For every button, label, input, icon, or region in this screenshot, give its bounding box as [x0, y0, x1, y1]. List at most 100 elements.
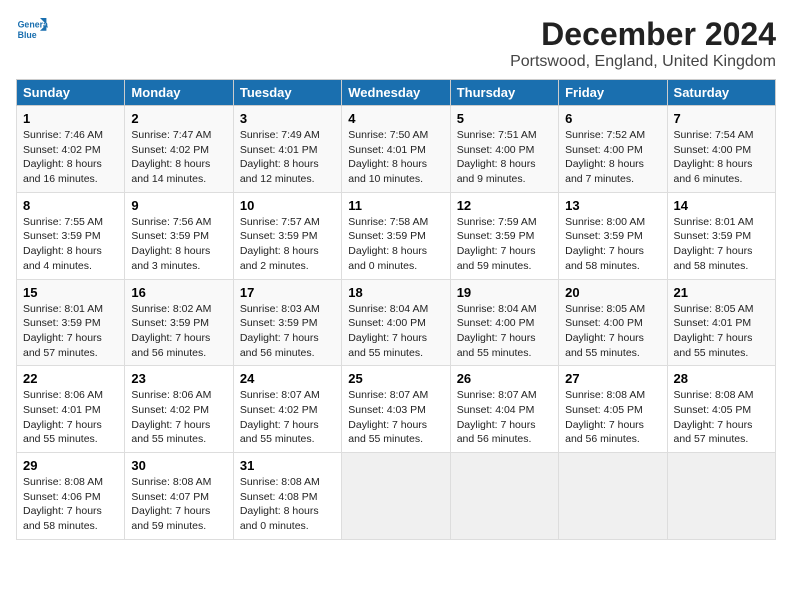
calendar-cell: 7 Sunrise: 7:54 AM Sunset: 4:00 PM Daylig…: [667, 106, 775, 193]
day-number: 14: [674, 198, 769, 213]
calendar-cell: 20 Sunrise: 8:05 AM Sunset: 4:00 PM Dayli…: [559, 279, 667, 366]
calendar-cell: 3 Sunrise: 7:49 AM Sunset: 4:01 PM Daylig…: [233, 106, 341, 193]
day-detail: Sunrise: 8:02 AM Sunset: 3:59 PM Dayligh…: [131, 302, 226, 361]
calendar-cell: 5Sunrise: 7:51 AM Sunset: 4:00 PM Daylig…: [450, 106, 558, 193]
calendar-week-row: 29 Sunrise: 8:08 AM Sunset: 4:06 PM Dayli…: [17, 453, 776, 540]
calendar-cell: 22Sunrise: 8:06 AM Sunset: 4:01 PM Dayli…: [17, 366, 125, 453]
calendar-cell: 6Sunrise: 7:52 AM Sunset: 4:00 PM Daylig…: [559, 106, 667, 193]
calendar-cell: 15Sunrise: 8:01 AM Sunset: 3:59 PM Dayli…: [17, 279, 125, 366]
day-detail: Sunrise: 7:51 AM Sunset: 4:00 PM Dayligh…: [457, 128, 552, 187]
calendar-cell: 4Sunrise: 7:50 AM Sunset: 4:01 PM Daylig…: [342, 106, 450, 193]
day-detail: Sunrise: 8:07 AM Sunset: 4:02 PM Dayligh…: [240, 388, 335, 447]
calendar-cell: 24 Sunrise: 8:07 AM Sunset: 4:02 PM Dayli…: [233, 366, 341, 453]
day-number: 13: [565, 198, 660, 213]
day-detail: Sunrise: 8:07 AM Sunset: 4:04 PM Dayligh…: [457, 388, 552, 447]
calendar-cell: 31 Sunrise: 8:08 AM Sunset: 4:08 PM Dayli…: [233, 453, 341, 540]
calendar-cell: 25Sunrise: 8:07 AM Sunset: 4:03 PM Dayli…: [342, 366, 450, 453]
col-header-wednesday: Wednesday: [342, 80, 450, 106]
day-detail: Sunrise: 7:50 AM Sunset: 4:01 PM Dayligh…: [348, 128, 443, 187]
day-detail: Sunrise: 8:03 AM Sunset: 3:59 PM Dayligh…: [240, 302, 335, 361]
calendar-cell: 27 Sunrise: 8:08 AM Sunset: 4:05 PM Dayli…: [559, 366, 667, 453]
day-detail: Sunrise: 8:06 AM Sunset: 4:01 PM Dayligh…: [23, 388, 118, 447]
day-detail: Sunrise: 8:08 AM Sunset: 4:05 PM Dayligh…: [674, 388, 769, 447]
day-number: 1: [23, 111, 118, 126]
day-detail: Sunrise: 7:55 AM Sunset: 3:59 PM Dayligh…: [23, 215, 118, 274]
day-number: 26: [457, 371, 552, 386]
logo: General Blue: [16, 16, 48, 44]
col-header-monday: Monday: [125, 80, 233, 106]
day-number: 19: [457, 285, 552, 300]
day-number: 29: [23, 458, 118, 473]
svg-text:Blue: Blue: [18, 30, 37, 40]
col-header-sunday: Sunday: [17, 80, 125, 106]
calendar-cell: 14 Sunrise: 8:01 AM Sunset: 3:59 PM Dayli…: [667, 192, 775, 279]
day-detail: Sunrise: 8:01 AM Sunset: 3:59 PM Dayligh…: [674, 215, 769, 274]
day-detail: Sunrise: 7:49 AM Sunset: 4:01 PM Dayligh…: [240, 128, 335, 187]
day-detail: Sunrise: 8:08 AM Sunset: 4:08 PM Dayligh…: [240, 475, 335, 534]
day-number: 21: [674, 285, 769, 300]
day-number: 20: [565, 285, 660, 300]
col-header-friday: Friday: [559, 80, 667, 106]
day-number: 27: [565, 371, 660, 386]
day-detail: Sunrise: 7:57 AM Sunset: 3:59 PM Dayligh…: [240, 215, 335, 274]
day-number: 15: [23, 285, 118, 300]
calendar-cell: 11Sunrise: 7:58 AM Sunset: 3:59 PM Dayli…: [342, 192, 450, 279]
day-number: 17: [240, 285, 335, 300]
day-detail: Sunrise: 8:00 AM Sunset: 3:59 PM Dayligh…: [565, 215, 660, 274]
calendar-cell: 16Sunrise: 8:02 AM Sunset: 3:59 PM Dayli…: [125, 279, 233, 366]
calendar-cell: 19 Sunrise: 8:04 AM Sunset: 4:00 PM Dayli…: [450, 279, 558, 366]
calendar-cell: 2 Sunrise: 7:47 AM Sunset: 4:02 PM Daylig…: [125, 106, 233, 193]
calendar-cell: 21 Sunrise: 8:05 AM Sunset: 4:01 PM Dayli…: [667, 279, 775, 366]
day-number: 6: [565, 111, 660, 126]
day-detail: Sunrise: 7:46 AM Sunset: 4:02 PM Dayligh…: [23, 128, 118, 187]
day-number: 30: [131, 458, 226, 473]
day-detail: Sunrise: 7:56 AM Sunset: 3:59 PM Dayligh…: [131, 215, 226, 274]
calendar-cell: 18Sunrise: 8:04 AM Sunset: 4:00 PM Dayli…: [342, 279, 450, 366]
day-number: 8: [23, 198, 118, 213]
day-detail: Sunrise: 8:08 AM Sunset: 4:05 PM Dayligh…: [565, 388, 660, 447]
calendar-header-row: SundayMondayTuesdayWednesdayThursdayFrid…: [17, 80, 776, 106]
logo-icon: General Blue: [16, 16, 48, 44]
calendar-cell: 1 Sunrise: 7:46 AM Sunset: 4:02 PM Daylig…: [17, 106, 125, 193]
day-number: 9: [131, 198, 226, 213]
calendar-week-row: 1 Sunrise: 7:46 AM Sunset: 4:02 PM Daylig…: [17, 106, 776, 193]
day-number: 31: [240, 458, 335, 473]
day-number: 23: [131, 371, 226, 386]
calendar-cell: 17 Sunrise: 8:03 AM Sunset: 3:59 PM Dayli…: [233, 279, 341, 366]
calendar-table: SundayMondayTuesdayWednesdayThursdayFrid…: [16, 79, 776, 540]
col-header-thursday: Thursday: [450, 80, 558, 106]
calendar-cell: 29 Sunrise: 8:08 AM Sunset: 4:06 PM Dayli…: [17, 453, 125, 540]
day-detail: Sunrise: 8:08 AM Sunset: 4:07 PM Dayligh…: [131, 475, 226, 534]
day-detail: Sunrise: 7:54 AM Sunset: 4:00 PM Dayligh…: [674, 128, 769, 187]
calendar-cell: 12Sunrise: 7:59 AM Sunset: 3:59 PM Dayli…: [450, 192, 558, 279]
day-detail: Sunrise: 8:06 AM Sunset: 4:02 PM Dayligh…: [131, 388, 226, 447]
page-header: General Blue December 2024 Portswood, En…: [16, 16, 776, 71]
calendar-week-row: 15Sunrise: 8:01 AM Sunset: 3:59 PM Dayli…: [17, 279, 776, 366]
day-number: 7: [674, 111, 769, 126]
day-number: 10: [240, 198, 335, 213]
day-detail: Sunrise: 7:47 AM Sunset: 4:02 PM Dayligh…: [131, 128, 226, 187]
calendar-week-row: 8 Sunrise: 7:55 AM Sunset: 3:59 PM Daylig…: [17, 192, 776, 279]
day-detail: Sunrise: 8:04 AM Sunset: 4:00 PM Dayligh…: [457, 302, 552, 361]
calendar-cell: 13 Sunrise: 8:00 AM Sunset: 3:59 PM Dayli…: [559, 192, 667, 279]
calendar-week-row: 22Sunrise: 8:06 AM Sunset: 4:01 PM Dayli…: [17, 366, 776, 453]
calendar-cell: 26 Sunrise: 8:07 AM Sunset: 4:04 PM Dayli…: [450, 366, 558, 453]
subtitle: Portswood, England, United Kingdom: [510, 53, 776, 71]
calendar-cell: 28 Sunrise: 8:08 AM Sunset: 4:05 PM Dayli…: [667, 366, 775, 453]
calendar-cell: [559, 453, 667, 540]
day-number: 11: [348, 198, 443, 213]
calendar-cell: 8 Sunrise: 7:55 AM Sunset: 3:59 PM Daylig…: [17, 192, 125, 279]
day-detail: Sunrise: 8:04 AM Sunset: 4:00 PM Dayligh…: [348, 302, 443, 361]
day-number: 3: [240, 111, 335, 126]
day-detail: Sunrise: 7:59 AM Sunset: 3:59 PM Dayligh…: [457, 215, 552, 274]
day-number: 2: [131, 111, 226, 126]
day-detail: Sunrise: 8:05 AM Sunset: 4:00 PM Dayligh…: [565, 302, 660, 361]
day-detail: Sunrise: 8:08 AM Sunset: 4:06 PM Dayligh…: [23, 475, 118, 534]
day-number: 28: [674, 371, 769, 386]
day-detail: Sunrise: 8:05 AM Sunset: 4:01 PM Dayligh…: [674, 302, 769, 361]
day-number: 24: [240, 371, 335, 386]
calendar-cell: [342, 453, 450, 540]
col-header-saturday: Saturday: [667, 80, 775, 106]
day-number: 25: [348, 371, 443, 386]
calendar-cell: 30 Sunrise: 8:08 AM Sunset: 4:07 PM Dayli…: [125, 453, 233, 540]
